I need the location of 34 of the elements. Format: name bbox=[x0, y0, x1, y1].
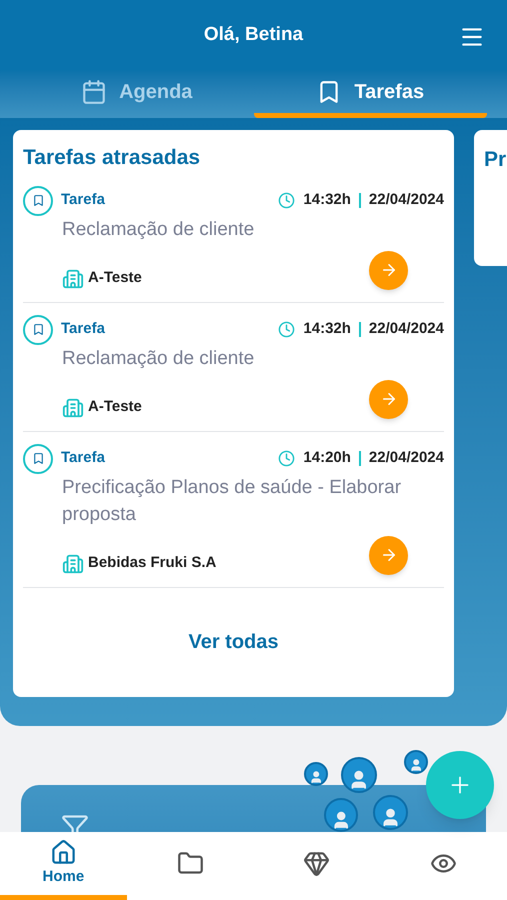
see-all-link[interactable]: Ver todas bbox=[188, 627, 279, 658]
task-date: 22/04/2024 bbox=[368, 319, 444, 340]
card-title: Pr bbox=[484, 148, 506, 171]
company-name: Bebidas Fruki S.A bbox=[88, 553, 216, 573]
open-task-button[interactable] bbox=[369, 536, 408, 574]
diamond-icon bbox=[303, 850, 330, 877]
clock-icon bbox=[278, 321, 296, 338]
task-time: 14:32h bbox=[303, 190, 351, 210]
open-task-button[interactable] bbox=[369, 250, 408, 290]
task-date: 22/04/2024 bbox=[368, 448, 444, 468]
bookmark-icon bbox=[23, 186, 53, 216]
bookmark-icon bbox=[23, 444, 53, 474]
task-type: Tarefa bbox=[61, 190, 105, 210]
task-type: Tarefa bbox=[61, 319, 105, 340]
building-icon bbox=[62, 396, 84, 418]
task-time: 14:32h bbox=[303, 319, 351, 340]
card-title: Tarefas atrasadas bbox=[23, 145, 202, 171]
company-name: A-Teste bbox=[88, 268, 142, 288]
building-icon bbox=[62, 268, 84, 290]
clock-icon bbox=[278, 450, 296, 467]
open-task-button[interactable] bbox=[369, 380, 408, 418]
task-time: 14:20h bbox=[303, 448, 351, 468]
clock-icon bbox=[278, 192, 296, 209]
task-type: Tarefa bbox=[61, 448, 105, 468]
company-name: A-Teste bbox=[88, 397, 142, 417]
home-icon bbox=[50, 838, 77, 866]
task-date: 22/04/2024 bbox=[368, 190, 444, 210]
task-description: Reclamação de cliente bbox=[62, 218, 256, 242]
task-description: Precificação Planos de saúde - Elaborar proposta bbox=[62, 476, 402, 526]
building-icon bbox=[62, 552, 84, 574]
bookmark-icon bbox=[23, 314, 53, 344]
calendar-icon bbox=[81, 78, 108, 104]
greeting: Olá, Betina bbox=[204, 22, 304, 47]
task-description: Reclamação de cliente bbox=[62, 346, 256, 370]
